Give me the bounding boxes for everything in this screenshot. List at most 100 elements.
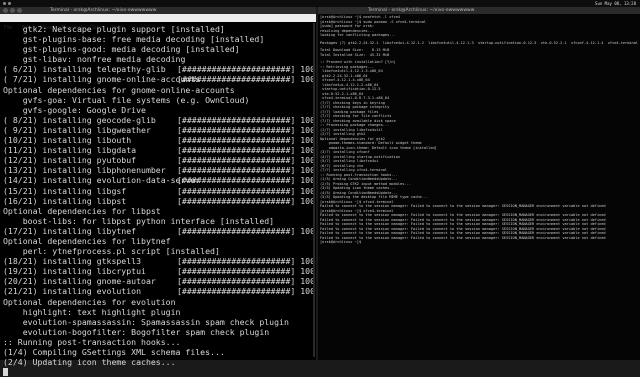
progress-bar-text: [######################] 100% <box>177 276 313 287</box>
terminal-line-text: ( 9/21) installing libgweather <box>3 124 151 135</box>
progress-bar-text: [######################] 100% <box>177 185 313 196</box>
terminal-line-text: Optional dependencies for evolution <box>3 296 176 307</box>
terminal-line: evolution-bogofilter: Bogofilter spam ch… <box>3 327 313 337</box>
progress-bar-text: [######################] 100% <box>177 256 313 267</box>
terminal-window-left[interactable]: Terminal - orsk@Archlinux: ~/xivo-ewwwww… <box>0 7 316 377</box>
terminal-line: Failed to connect to the session manager… <box>320 231 606 235</box>
terminal-line: evolution-spamassassin: Spamassassin spa… <box>3 317 313 327</box>
terminal-line: Packages (7) gtk2-2.24.32-1 libxfce4ui-4… <box>320 40 638 45</box>
terminal-line: ( 8/21) installing geocode-glib [########… <box>3 115 313 125</box>
terminal-line: (19/21) installing libcryptui [##########… <box>3 266 313 276</box>
progress-bar-text: [######################] 100% <box>177 124 313 135</box>
terminal-line: (11/21) installing libgdata [############… <box>3 145 313 155</box>
terminal-line: (1/4) Compiling GSettings XML schema fil… <box>3 347 313 357</box>
terminal-line-text: ( 6/21) installing telepathy-glib <box>3 64 166 75</box>
terminal-line: Optional dependencies for libytnef <box>3 236 313 246</box>
workspace-dot-icon[interactable] <box>3 2 6 5</box>
terminal-line-text: gst-plugins-good: media decoding [instal… <box>3 44 240 55</box>
terminal-line: highlight: text highlight plugin <box>3 307 313 317</box>
progress-bar-text: [######################] 100% <box>177 64 313 75</box>
terminal-line-text: (10/21) installing libouth <box>3 135 132 146</box>
minimize-icon[interactable] <box>10 8 15 13</box>
workspace-dot-icon[interactable] <box>8 2 11 5</box>
terminal-line: ( 7/21) installing gnome-online-accounts… <box>3 74 313 84</box>
terminal-line-text: (15/21) installing libgsf <box>3 185 127 196</box>
terminal-line-text: (20/21) installing gnome-autoar <box>3 276 156 287</box>
progress-bar-text: [######################] 100% <box>177 195 313 206</box>
terminal-line-text: gst-plugins-base: free media decoding [i… <box>3 34 265 45</box>
terminal-line: Failed to connect to the session manager… <box>320 213 606 217</box>
terminal-line: gst-plugins-base: free media decoding [i… <box>3 34 313 44</box>
progress-bar-text: [######################] 100% <box>177 225 313 236</box>
terminal-line-text: Optional dependencies for libytnef <box>3 235 171 246</box>
window-titlebar[interactable]: Terminal - orsk@Archlinux: ~/xivo-ewwwww… <box>0 7 316 14</box>
terminal-line: [orsk@Archlinux ~]$ <box>320 240 362 244</box>
terminal-line: Failed to connect to the session manager… <box>320 204 606 208</box>
terminal-line-text: gtk2: Netscape plugin support [installed… <box>3 24 225 34</box>
terminal-line-text: evolution-spamassassin: Spamassassin spa… <box>3 316 289 327</box>
terminal-line-text: (19/21) installing libcryptui <box>3 266 146 277</box>
top-panel: Sun May 08, 13:28 <box>0 0 640 7</box>
scrollbar[interactable] <box>313 23 315 357</box>
terminal-line-text: (11/21) installing libgdata <box>3 145 137 156</box>
progress-bar-text: [######################] 100% <box>177 286 313 297</box>
progress-bar-text: [######################] 100% <box>177 74 313 85</box>
terminal-line-text: gvfs-goa: Virtual file systems (e.g. Own… <box>3 94 250 105</box>
terminal-line-text: (1/4) Compiling GSettings XML schema fil… <box>3 347 225 357</box>
terminal-line-text: :: Running post-transaction hooks... <box>3 336 181 347</box>
terminal-line: perl: ytnefprocess.pl script [installed] <box>3 246 313 256</box>
terminal-line: (13/21) installing libphonenumber [######… <box>3 165 313 175</box>
progress-bar-text: [######################] 100% <box>177 114 313 125</box>
terminal-line: gtk2: Netscape plugin support [installed… <box>3 24 313 34</box>
terminal-window-right[interactable]: Terminal - orsk@Archlinux: ~/xivo-ewwwww… <box>318 7 640 360</box>
menu-bar: File Edit View Terminal Tabs Help <box>0 14 316 31</box>
terminal-line: (16/21) installing libpst [##############… <box>3 196 313 206</box>
terminal-line: (15/21) installing libgsf [##############… <box>3 186 313 196</box>
terminal-line: boost-libs: for libpst python interface … <box>3 216 313 226</box>
terminal-cursor-line <box>3 367 313 377</box>
terminal-line-text: (21/21) installing evolution <box>3 286 142 297</box>
close-icon[interactable] <box>3 8 8 13</box>
terminal-line-text: boost-libs: for libpst python interface … <box>3 215 275 226</box>
terminal-line: (20/21) installing gnome-autoar [########… <box>3 276 313 286</box>
terminal-line: ( 9/21) installing libgweather [#########… <box>3 125 313 135</box>
terminal-line-text: (17/21) installing libytnef <box>3 225 137 236</box>
window-title: Terminal - orsk@Archlinux: ~/xivo-ewwwww… <box>368 8 475 13</box>
terminal-line: Failed to connect to the session manager… <box>320 222 606 226</box>
terminal-line-text: highlight: text highlight plugin <box>3 306 181 317</box>
terminal-line: Failed to connect to the session manager… <box>320 235 606 240</box>
terminal-line-text: (14/21) installing evolution-data-server <box>3 175 201 186</box>
window-title: Terminal - orsk@Archlinux: ~/xivo-ewwwww… <box>50 8 157 13</box>
progress-bar-text: [######################] 100% <box>177 165 313 176</box>
terminal-line-text: Optional dependencies for libpst <box>3 205 161 216</box>
progress-bar-text: [######################] 100% <box>177 266 313 277</box>
terminal-line-text: (18/21) installing gtkspell3 <box>3 256 142 267</box>
progress-bar-text: [######################] 100% <box>177 145 313 156</box>
terminal-line-text: Optional dependencies for gnome-online-a… <box>3 84 235 95</box>
progress-bar-text: [######################] 100% <box>177 175 313 186</box>
window-titlebar[interactable]: Terminal - orsk@Archlinux: ~/xivo-ewwwww… <box>318 7 640 14</box>
terminal-line-text: perl: ytnefprocess.pl script [installed] <box>3 246 220 257</box>
terminal-line-text: ( 7/21) installing gnome-online-accounts <box>3 74 201 85</box>
terminal-line: ( 6/21) installing telepathy-glib [######… <box>3 64 313 74</box>
terminal-line-text: (12/21) installing pyutobuf <box>3 155 137 166</box>
terminal-line: (21/21) installing evolution [###########… <box>3 286 313 296</box>
maximize-icon[interactable] <box>17 8 22 13</box>
progress-bar-text: [######################] 100% <box>177 155 313 166</box>
terminal-line-text: (16/21) installing libpst <box>3 195 127 206</box>
terminal-line: Optional dependencies for evolution <box>3 297 313 307</box>
terminal-line: gvfs-goa: Virtual file systems (e.g. Own… <box>3 95 313 105</box>
clock[interactable]: Sun May 08, 13:28 <box>595 0 636 7</box>
terminal-line: (18/21) installing gtkspell3 [###########… <box>3 256 313 266</box>
terminal-output[interactable]: gtk2: Netscape plugin support [installed… <box>0 22 316 377</box>
terminal-line: (10/21) installing libouth [#############… <box>3 135 313 145</box>
terminal-line: gst-libav: nonfree media decoding <box>3 54 313 64</box>
progress-bar-text: [######################] 100% <box>177 135 313 146</box>
terminal-output[interactable]: [orsk@Archlinux ~]$ neofetch -l xfce4 [or… <box>318 14 640 246</box>
terminal-line: (2/4) Updating icon theme caches... <box>3 357 313 367</box>
terminal-line: (14/21) installing evolution-data-server… <box>3 175 313 185</box>
terminal-line-text: gvfs-google: Google Drive <box>3 104 146 115</box>
terminal-line-text: (2/4) Updating icon theme caches... <box>3 357 176 368</box>
terminal-line: :: Running post-transaction hooks... <box>3 337 313 347</box>
terminal-line: gst-plugins-good: media decoding [instal… <box>3 44 313 54</box>
